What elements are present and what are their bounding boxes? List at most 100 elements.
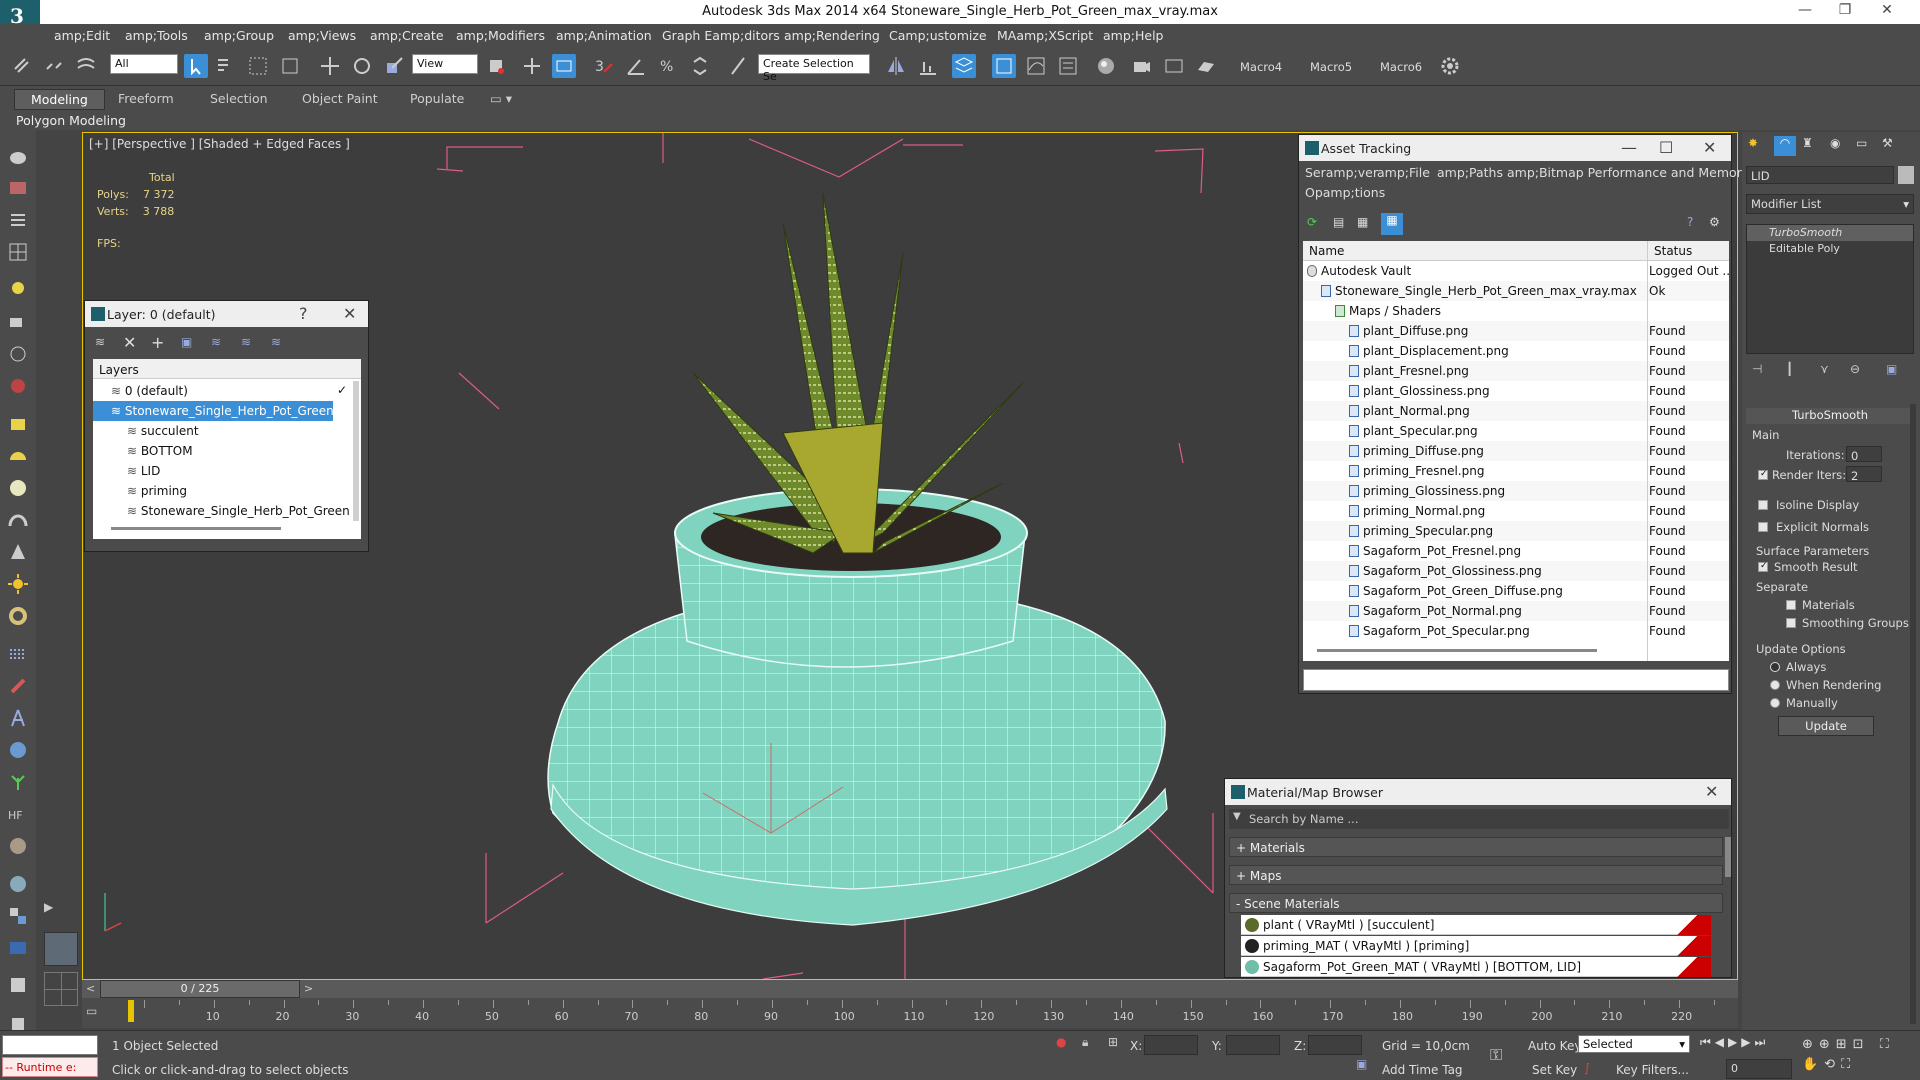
asset-row[interactable]: plant_Normal.png Found	[1303, 401, 1729, 421]
scene-material-row[interactable]: plant ( VRayMtl ) [succulent]	[1241, 915, 1711, 935]
auto-key-button[interactable]: Auto Key	[1528, 1039, 1581, 1053]
expand-arrow-icon[interactable]: ▶	[44, 900, 74, 920]
maxscript-listener[interactable]	[2, 1035, 98, 1055]
select-by-name-icon[interactable]	[214, 54, 238, 78]
configure-sets-icon[interactable]: ▣	[1886, 362, 1897, 376]
smooth-result-checkbox[interactable]: ✓	[1758, 561, 1768, 572]
select-layer-icon[interactable]: ≋	[211, 335, 221, 349]
asset-row[interactable]: priming_Glossiness.png Found	[1303, 481, 1729, 501]
search-options-icon[interactable]: ▼	[1233, 811, 1241, 822]
stack-item-editable-poly[interactable]: Editable Poly	[1747, 241, 1913, 257]
asset-row[interactable]: plant_Glossiness.png Found	[1303, 381, 1729, 401]
layer-row[interactable]: ≋ BOTTOM	[93, 441, 333, 461]
scene-materials-section[interactable]: - Scene Materials	[1229, 893, 1723, 913]
command-panel-scrollbar[interactable]	[1910, 404, 1916, 1024]
asset-row[interactable]: priming_Fresnel.png Found	[1303, 461, 1729, 481]
turbosmooth-rollout-title[interactable]: TurboSmooth	[1746, 408, 1914, 424]
close-icon[interactable]: ✕	[1872, 2, 1902, 18]
isoline-checkbox[interactable]	[1758, 500, 1768, 510]
select-object-icon[interactable]	[184, 54, 208, 78]
asset-row[interactable]: priming_Normal.png Found	[1303, 501, 1729, 521]
cloth-icon[interactable]	[6, 834, 30, 858]
spacewarp-icon[interactable]	[6, 374, 30, 398]
key-mode-select[interactable]: Selected ▾	[1578, 1035, 1690, 1053]
asset-menu-server[interactable]: Seramp;ver	[1305, 165, 1378, 180]
menu-modifiers[interactable]: amp;Modifiers	[456, 28, 545, 43]
torus-icon[interactable]	[6, 604, 30, 628]
list-view-icon[interactable]: ▤	[1333, 215, 1344, 229]
pin-stack-icon[interactable]: ⊣	[1752, 362, 1762, 376]
layers-icon[interactable]: ≋	[95, 335, 105, 349]
add-time-tag-button[interactable]: Add Time Tag	[1382, 1063, 1463, 1077]
maximize-icon[interactable]: ☐	[1659, 138, 1673, 157]
reference-coord-select[interactable]: View	[412, 54, 478, 74]
mirror-icon[interactable]	[884, 54, 908, 78]
asset-row[interactable]: Sagaform_Pot_Specular.png Found	[1303, 621, 1729, 641]
layer-dialog-header[interactable]: Layer: 0 (default) ? ✕	[85, 301, 368, 327]
smoothing-groups-checkbox[interactable]	[1786, 618, 1796, 628]
selection-filter-select[interactable]: All	[110, 54, 178, 74]
asset-row[interactable]: Sagaform_Pot_Glossiness.png Found	[1303, 561, 1729, 581]
asset-row[interactable]: plant_Displacement.png Found	[1303, 341, 1729, 361]
next-frame-icon[interactable]: >	[304, 982, 313, 995]
macro5-button[interactable]: Macro5	[1310, 60, 1352, 74]
named-selection-select[interactable]: Create Selection Se	[758, 54, 870, 83]
hierarchy-tab-icon[interactable]: ♜	[1802, 136, 1813, 150]
display-tab-icon[interactable]: ▭	[1856, 136, 1867, 150]
absolute-mode-icon[interactable]: ⊞	[1108, 1035, 1118, 1049]
render-iters-checkbox[interactable]: ✓	[1758, 469, 1768, 480]
layer-hscroll[interactable]	[111, 527, 281, 530]
asset-row[interactable]: priming_Specular.png Found	[1303, 521, 1729, 541]
layer-row[interactable]: ≋ LID	[93, 461, 333, 481]
scene-material-row[interactable]: Sagaform_Pot_Green_MAT ( VRayMtl ) [BOTT…	[1241, 957, 1711, 977]
asset-menu-file[interactable]: amp;File	[1377, 165, 1430, 180]
curve-editor-icon[interactable]	[1024, 54, 1048, 78]
key-icon[interactable]: ⚿	[1490, 1045, 1502, 1065]
modify-tab-icon[interactable]: ◠	[1774, 136, 1796, 156]
asset-row[interactable]: Stoneware_Single_Herb_Pot_Green_max_vray…	[1303, 281, 1729, 301]
asset-dialog-header[interactable]: Asset Tracking — ☐ ✕	[1299, 135, 1731, 161]
playback-controls[interactable]: ⏮◀▶▶⏭	[1700, 1035, 1790, 1053]
show-end-result-icon[interactable]: ┃	[1786, 362, 1793, 376]
set-current-icon[interactable]: ≋	[241, 335, 251, 349]
make-unique-icon[interactable]: ⋎	[1820, 362, 1829, 376]
set-key-button[interactable]: Set Key	[1532, 1063, 1577, 1077]
rect-selection-icon[interactable]	[246, 54, 270, 78]
asset-row[interactable]: Autodesk Vault Logged Out ...	[1303, 261, 1729, 281]
rendered-frame-icon[interactable]	[1162, 54, 1186, 78]
hair-icon[interactable]: HF	[6, 802, 30, 826]
asset-menu-options[interactable]: Opamp;tions	[1305, 185, 1385, 200]
layer-row[interactable]: ≋ 0 (default)	[93, 381, 333, 401]
layer-row[interactable]: ≋ priming	[93, 481, 333, 501]
detail-view-icon[interactable]: ▦	[1357, 215, 1368, 229]
layer-manager-icon[interactable]	[952, 54, 976, 78]
select-manipulate-icon[interactable]	[520, 54, 544, 78]
status-column-header[interactable]: Status	[1647, 241, 1729, 261]
particles-icon[interactable]	[6, 642, 30, 666]
runtime-error-field[interactable]: -- Runtime e:	[2, 1057, 98, 1077]
material-browser-header[interactable]: Material/Map Browser ✕	[1225, 779, 1731, 805]
key-curve-icon[interactable]: ∫	[1584, 1061, 1590, 1075]
menu-tools[interactable]: amp;Tools	[125, 28, 188, 43]
update-button[interactable]: Update	[1778, 716, 1874, 736]
x-coord-field[interactable]	[1144, 1035, 1198, 1055]
schematic-view-icon[interactable]	[1056, 54, 1080, 78]
material-search-input[interactable]: Search by Name ...	[1229, 809, 1729, 829]
key-filters-button[interactable]: Key Filters...	[1616, 1063, 1689, 1077]
layer-row[interactable]: ≋ succulent	[93, 421, 333, 441]
asset-row[interactable]: plant_Fresnel.png Found	[1303, 361, 1729, 381]
tab-populate[interactable]: Populate	[410, 91, 464, 106]
helper-icon[interactable]	[6, 342, 30, 366]
link-icon[interactable]	[10, 54, 34, 78]
current-layer-check-icon[interactable]: ✓	[337, 383, 347, 397]
asset-row[interactable]: plant_Specular.png Found	[1303, 421, 1729, 441]
hide-layer-icon[interactable]: ≋	[271, 335, 281, 349]
restore-icon[interactable]: ❐	[1830, 2, 1860, 18]
motion-tab-icon[interactable]: ◉	[1830, 136, 1840, 150]
close-icon[interactable]: ✕	[343, 304, 356, 323]
edit-named-selection-icon[interactable]	[726, 54, 750, 78]
snap-3d-icon[interactable]: 3	[592, 54, 616, 78]
viewport-layout-quad-icon[interactable]	[44, 972, 78, 1006]
list-icon[interactable]	[6, 208, 30, 232]
pivot-icon[interactable]	[484, 54, 508, 78]
